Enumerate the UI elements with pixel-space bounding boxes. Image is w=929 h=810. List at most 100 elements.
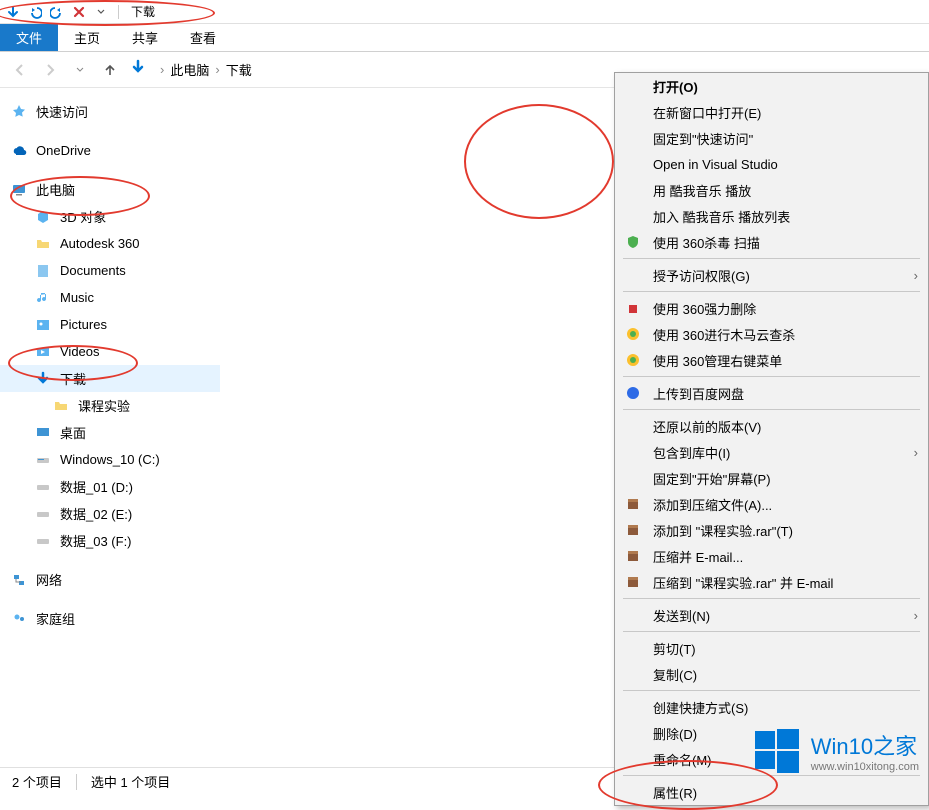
menu-item-compress-rar-email[interactable]: 压缩到 "课程实验.rar" 并 E-mail [615,569,928,595]
sidebar-item-music[interactable]: Music [0,284,220,311]
menu-separator [623,690,920,691]
chevron-right-icon: › [160,62,164,77]
disk-icon [34,451,52,469]
menu-item-create-shortcut[interactable]: 创建快捷方式(S) [615,694,928,720]
menu-label: 使用 360进行木马云查杀 [653,325,795,344]
sidebar-item-autodesk[interactable]: Autodesk 360 [0,230,220,257]
shield-icon [623,232,643,252]
trash-icon [623,298,643,318]
tab-view[interactable]: 查看 [174,24,232,51]
recent-button[interactable] [68,58,92,82]
menu-item-360-manage-menu[interactable]: 使用 360管理右键菜单 [615,347,928,373]
sidebar-item-label: 桌面 [60,423,86,442]
sidebar-item-desktop[interactable]: 桌面 [0,419,220,446]
chevron-right-icon: › [215,62,219,77]
blank-icon [623,128,643,148]
redo-icon[interactable] [48,3,66,21]
menu-item-baidu-upload[interactable]: 上传到百度网盘 [615,380,928,406]
menu-label: 属性(R) [653,783,697,802]
breadcrumb-downloads[interactable]: 下载 [226,60,252,79]
menu-item-360-scan[interactable]: 使用 360杀毒 扫描 [615,229,928,255]
sidebar-item-this-pc[interactable]: 此电脑 [0,176,220,203]
navigation-tree: 快速访问 OneDrive 此电脑 3D 对象 Autodesk 360 Doc… [0,88,220,767]
menu-item-restore-versions[interactable]: 还原以前的版本(V) [615,413,928,439]
sidebar-item-drive-d[interactable]: 数据_01 (D:) [0,473,220,500]
blank-icon [623,723,643,743]
sidebar-item-drive-c[interactable]: Windows_10 (C:) [0,446,220,473]
menu-item-360-force-delete[interactable]: 使用 360强力删除 [615,295,928,321]
menu-separator [623,631,920,632]
sidebar-item-experiment-folder[interactable]: 课程实验 [0,392,220,419]
sidebar-item-3d-objects[interactable]: 3D 对象 [0,203,220,230]
breadcrumb-pc[interactable]: 此电脑 [170,60,209,79]
up-button[interactable] [98,58,122,82]
archive-icon [623,546,643,566]
menu-item-cut[interactable]: 剪切(T) [615,635,928,661]
menu-item-grant-access[interactable]: 授予访问权限(G)› [615,262,928,288]
menu-item-pin-start[interactable]: 固定到"开始"屏幕(P) [615,465,928,491]
sidebar-item-quick-access[interactable]: 快速访问 [0,98,220,125]
blank-icon [623,206,643,226]
menu-item-add-to-rar[interactable]: 添加到 "课程实验.rar"(T) [615,517,928,543]
menu-item-compress-email[interactable]: 压缩并 E-mail... [615,543,928,569]
menu-item-pin-quick-access[interactable]: 固定到"快速访问" [615,125,928,151]
menu-label: Open in Visual Studio [653,157,778,172]
chevron-right-icon: › [914,608,918,623]
back-button[interactable] [8,58,32,82]
menu-item-kugou-add[interactable]: 加入 酷我音乐 播放列表 [615,203,928,229]
sidebar-item-homegroup[interactable]: 家庭组 [0,605,220,632]
music-icon [34,289,52,307]
watermark-title: Win10之家 [811,729,919,761]
disk-icon [34,532,52,550]
watermark-url: www.win10xitong.com [811,761,919,773]
sidebar-item-documents[interactable]: Documents [0,257,220,284]
delete-x-icon[interactable] [70,3,88,21]
breadcrumb[interactable]: › 此电脑 › 下载 [160,60,252,79]
menu-item-open-visual-studio[interactable]: Open in Visual Studio [615,151,928,177]
blank-icon [623,638,643,658]
menu-item-360-trojan-scan[interactable]: 使用 360进行木马云查杀 [615,321,928,347]
forward-button[interactable] [38,58,62,82]
tab-home[interactable]: 主页 [58,24,116,51]
menu-separator [623,409,920,410]
menu-label: 包含到库中(I) [653,443,730,462]
blank-icon [623,154,643,174]
tab-share[interactable]: 共享 [116,24,174,51]
sidebar-item-drive-e[interactable]: 数据_02 (E:) [0,500,220,527]
cloud-upload-icon [623,383,643,403]
menu-item-properties[interactable]: 属性(R) [615,779,928,805]
menu-item-kugou-play[interactable]: 用 酷我音乐 播放 [615,177,928,203]
menu-label: 发送到(N) [653,606,710,625]
sidebar-item-onedrive[interactable]: OneDrive [0,137,220,164]
sidebar-item-pictures[interactable]: Pictures [0,311,220,338]
menu-item-send-to[interactable]: 发送到(N) › [615,602,928,628]
menu-item-add-to-archive[interactable]: 添加到压缩文件(A)... [615,491,928,517]
tab-file[interactable]: 文件 [0,24,58,51]
status-selected-count: 选中 1 个项目 [91,772,170,791]
menu-separator [623,598,920,599]
menu-item-copy[interactable]: 复制(C) [615,661,928,687]
menu-label: 重命名(M) [653,750,712,769]
blank-icon [623,749,643,769]
undo-icon[interactable] [26,3,44,21]
menu-label: 创建快捷方式(S) [653,698,748,717]
menu-separator [623,376,920,377]
sidebar-item-drive-f[interactable]: 数据_03 (F:) [0,527,220,554]
chevron-right-icon: › [914,445,918,460]
ribbon-tabs: 文件 主页 共享 查看 [0,24,929,52]
dropdown-icon[interactable] [92,3,110,21]
context-menu: 打开(O) 在新窗口中打开(E) 固定到"快速访问" Open in Visua… [614,72,929,806]
shield-360-icon [623,324,643,344]
menu-item-open[interactable]: 打开(O) [615,73,928,99]
blank-icon [623,442,643,462]
menu-item-include-library[interactable]: 包含到库中(I) › [615,439,928,465]
sidebar-item-label: 课程实验 [78,396,130,415]
menu-item-open-new-window[interactable]: 在新窗口中打开(E) [615,99,928,125]
sidebar-item-label: Videos [60,344,100,359]
sidebar-item-network[interactable]: 网络 [0,566,220,593]
down-arrow-icon[interactable] [4,3,22,21]
sidebar-item-downloads[interactable]: 下载 [0,365,220,392]
menu-label: 还原以前的版本(V) [653,417,761,436]
watermark: Win10之家 www.win10xitong.com [753,727,919,775]
sidebar-item-videos[interactable]: Videos [0,338,220,365]
